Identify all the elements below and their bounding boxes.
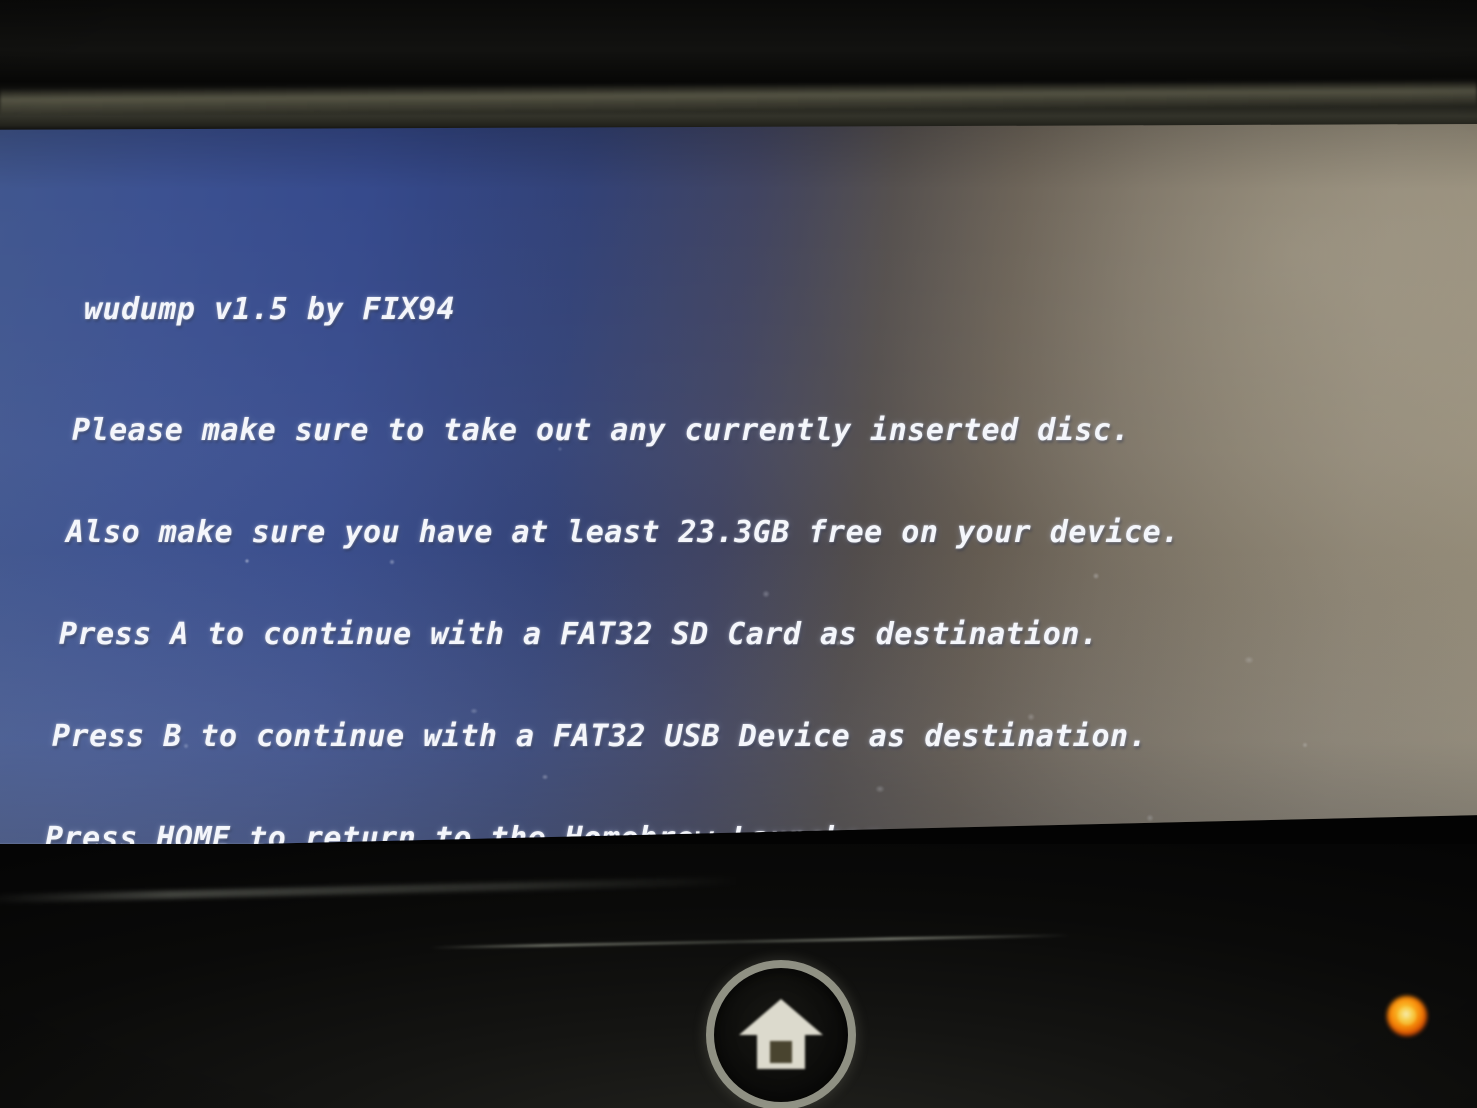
console-output: wudump v1.5 by FIX94 Please make sure to… (0, 124, 1477, 850)
console-line-option-a-sd-card: Press A to continue with a FAT32 SD Card… (59, 617, 1099, 652)
device-screen: wudump v1.5 by FIX94 Please make sure to… (0, 124, 1477, 850)
console-message-block: Please make sure to take out any current… (45, 346, 1180, 851)
console-line-option-b-usb-device: Press B to continue with a FAT32 USB Dev… (52, 719, 1148, 754)
app-title: wudump v1.5 by FIX94 (84, 292, 456, 327)
house-icon[interactable] (737, 995, 825, 1073)
console-line-disc-warning: Please make sure to take out any current… (72, 413, 1131, 448)
photograph-of-device: wudump v1.5 by FIX94 Please make sure to… (0, 0, 1477, 1108)
console-line-free-space: Also make sure you have at least 23.3GB … (66, 515, 1180, 550)
power-led-core (1398, 1007, 1416, 1025)
